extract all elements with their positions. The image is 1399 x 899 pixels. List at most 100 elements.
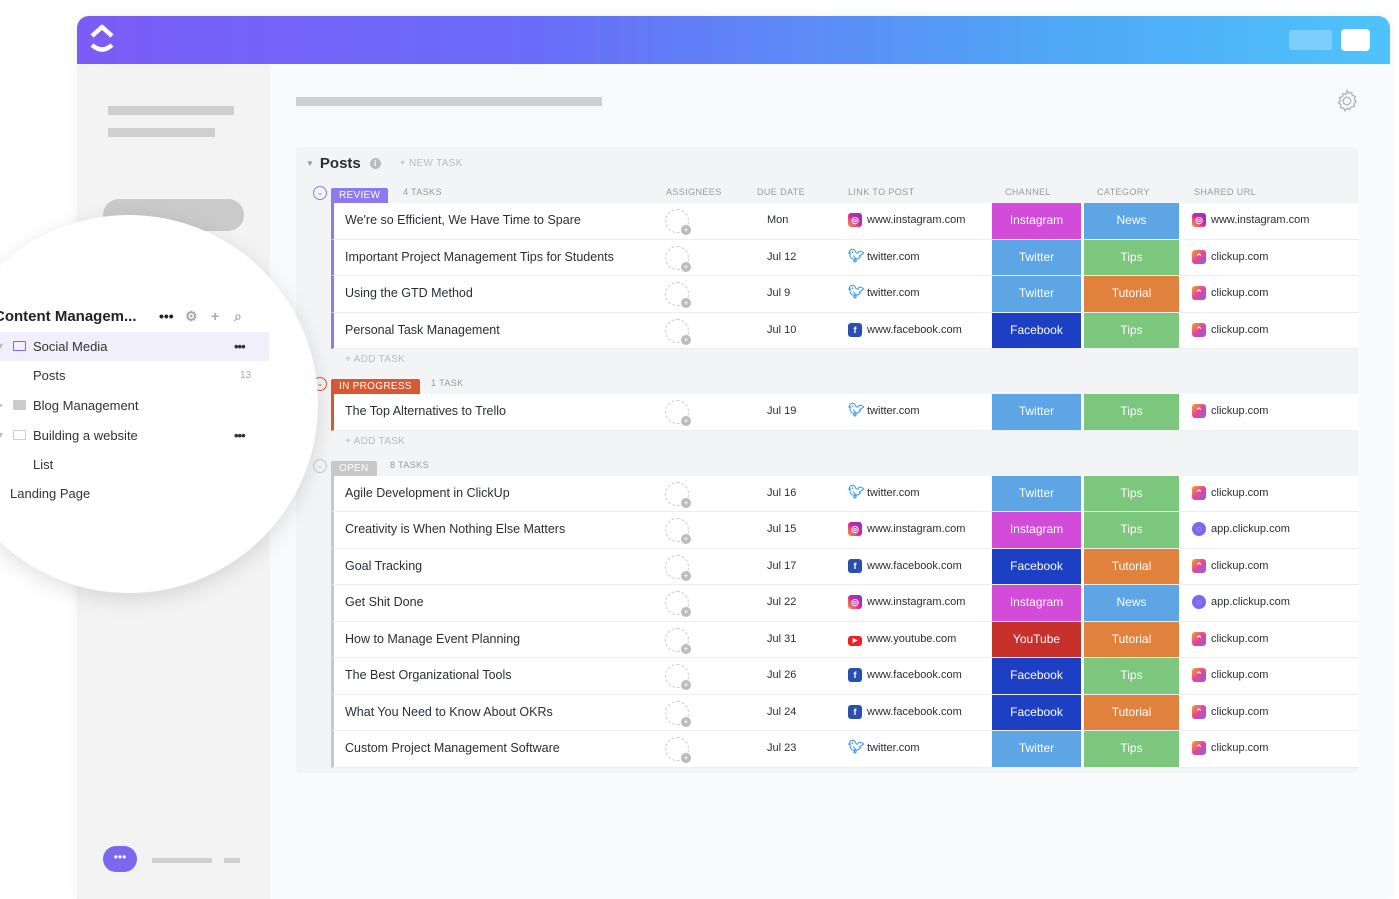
category-tag[interactable]: Tutorial xyxy=(1084,276,1179,312)
channel-tag[interactable]: Facebook xyxy=(992,548,1081,584)
more-options-icon[interactable]: ••• xyxy=(159,308,174,324)
link-text[interactable]: www.facebook.com xyxy=(867,695,962,731)
add-task-button[interactable]: + ADD TASK xyxy=(345,349,1358,371)
task-row[interactable]: Personal Task Management Jul 10 fwww.fac… xyxy=(331,312,1358,349)
shared-url[interactable]: ⌃ clickup.com xyxy=(1192,695,1268,731)
url-text[interactable]: clickup.com xyxy=(1211,240,1268,276)
new-task-button[interactable]: + NEW TASK xyxy=(400,158,463,169)
channel-tag[interactable]: Twitter xyxy=(992,239,1081,275)
column-header-assignees[interactable]: ASSIGNEES xyxy=(666,187,722,197)
column-header-due[interactable]: DUE DATE xyxy=(757,187,805,197)
column-header-shared[interactable]: SHARED URL xyxy=(1194,187,1256,197)
task-row[interactable]: The Top Alternatives to Trello Jul 19 🐦︎… xyxy=(331,394,1358,431)
channel-tag[interactable]: YouTube xyxy=(992,621,1081,657)
sidebar-item-blog-management[interactable]: ▸ Blog Management xyxy=(0,391,269,420)
task-name[interactable]: Agile Development in ClickUp xyxy=(345,476,510,512)
due-date[interactable]: Jul 24 xyxy=(767,695,796,731)
due-date[interactable]: Jul 10 xyxy=(767,313,796,349)
due-date[interactable]: Jul 16 xyxy=(767,476,796,512)
clickup-logo-icon[interactable] xyxy=(87,24,117,56)
gear-icon[interactable]: ⚙ xyxy=(185,308,198,325)
due-date[interactable]: Jul 12 xyxy=(767,240,796,276)
due-date[interactable]: Jul 17 xyxy=(767,549,796,585)
shared-url[interactable]: ⌃ clickup.com xyxy=(1192,394,1268,430)
workspace-name[interactable]: Content Managem... xyxy=(0,308,137,325)
info-icon[interactable]: i xyxy=(369,158,381,169)
link-text[interactable]: www.youtube.com xyxy=(867,622,956,658)
add-assignee-icon[interactable] xyxy=(665,518,691,544)
category-tag[interactable]: Tips xyxy=(1084,512,1179,548)
link-text[interactable]: www.instagram.com xyxy=(867,512,965,548)
plus-icon[interactable]: + xyxy=(211,308,219,324)
due-date[interactable]: Jul 31 xyxy=(767,622,796,658)
collapse-caret-icon[interactable]: ▼ xyxy=(306,159,314,168)
shared-url[interactable]: ◌ app.clickup.com xyxy=(1192,512,1290,548)
url-text[interactable]: clickup.com xyxy=(1211,549,1268,585)
task-name[interactable]: Personal Task Management xyxy=(345,313,500,349)
task-row[interactable]: Creativity is When Nothing Else Matters … xyxy=(331,512,1358,549)
sidebar-item-social-media[interactable]: ▾ Social Media ••• xyxy=(0,332,269,361)
search-icon[interactable]: ⌕ xyxy=(234,308,242,325)
task-name[interactable]: The Best Organizational Tools xyxy=(345,658,512,694)
due-date[interactable]: Jul 26 xyxy=(767,658,796,694)
category-tag[interactable]: Tutorial xyxy=(1084,694,1179,730)
add-assignee-icon[interactable] xyxy=(665,209,691,235)
task-row[interactable]: We're so Efficient, We Have Time to Spar… xyxy=(331,203,1358,240)
add-task-button[interactable]: + ADD TASK xyxy=(345,431,1358,453)
url-text[interactable]: clickup.com xyxy=(1211,313,1268,349)
url-text[interactable]: clickup.com xyxy=(1211,276,1268,312)
link-to-post[interactable]: 🐦︎ twitter.com xyxy=(848,731,920,767)
status-badge[interactable]: IN PROGRESS xyxy=(331,379,420,394)
status-badge[interactable]: REVIEW xyxy=(331,188,389,203)
link-text[interactable]: www.instagram.com xyxy=(867,585,965,621)
channel-tag[interactable]: Facebook xyxy=(992,694,1081,730)
shared-url[interactable]: ⌃ clickup.com xyxy=(1192,313,1268,349)
shared-url[interactable]: ⌃ clickup.com xyxy=(1192,549,1268,585)
collapse-group-icon[interactable]: ⌄ xyxy=(313,458,327,473)
add-assignee-icon[interactable] xyxy=(665,664,691,690)
more-options-icon[interactable]: ••• xyxy=(234,421,246,450)
sidebar-item-list[interactable]: List xyxy=(0,450,269,479)
task-row[interactable]: Using the GTD Method Jul 9 🐦︎twitter.com… xyxy=(331,276,1358,313)
status-badge[interactable]: OPEN xyxy=(331,460,377,476)
channel-tag[interactable]: Instagram xyxy=(992,512,1081,548)
task-name[interactable]: Important Project Management Tips for St… xyxy=(345,240,614,276)
link-text[interactable]: twitter.com xyxy=(867,240,920,276)
task-name[interactable]: Custom Project Management Software xyxy=(345,731,560,767)
chat-icon[interactable]: ••• xyxy=(103,846,137,872)
url-text[interactable]: www.instagram.com xyxy=(1211,203,1309,239)
task-name[interactable]: What You Need to Know About OKRs xyxy=(345,695,553,731)
caret-icon[interactable]: ▸ xyxy=(0,391,3,420)
link-to-post[interactable]: ◎ www.instagram.com xyxy=(848,585,965,621)
settings-gear-icon[interactable] xyxy=(1334,88,1360,114)
task-name[interactable]: How to Manage Event Planning xyxy=(345,622,520,658)
task-row[interactable]: Custom Project Management Software Jul 2… xyxy=(331,731,1358,768)
category-tag[interactable]: Tips xyxy=(1084,312,1179,348)
category-tag[interactable]: News xyxy=(1084,203,1179,239)
column-header-category[interactable]: CATEGORY xyxy=(1097,187,1150,197)
channel-tag[interactable]: Instagram xyxy=(992,203,1081,239)
link-to-post[interactable]: 🐦︎ twitter.com xyxy=(848,476,920,512)
shared-url[interactable]: ⌃ clickup.com xyxy=(1192,658,1268,694)
category-tag[interactable]: Tips xyxy=(1084,658,1179,694)
add-assignee-icon[interactable] xyxy=(665,627,691,654)
link-to-post[interactable]: f www.facebook.com xyxy=(848,658,962,694)
collapse-group-icon[interactable]: ⌄ xyxy=(313,186,327,200)
category-tag[interactable]: Tutorial xyxy=(1084,621,1179,657)
task-name[interactable]: We're so Efficient, We Have Time to Spar… xyxy=(345,203,581,239)
add-assignee-icon[interactable] xyxy=(665,737,691,763)
channel-tag[interactable]: Twitter xyxy=(992,394,1081,430)
add-assignee-icon[interactable] xyxy=(665,282,691,308)
shared-url[interactable]: ⌃ clickup.com xyxy=(1192,276,1268,312)
link-text[interactable]: www.facebook.com xyxy=(867,549,962,585)
task-row[interactable]: The Best Organizational Tools Jul 26 fww… xyxy=(331,658,1358,695)
column-header-link[interactable]: LINK TO POST xyxy=(848,187,915,197)
add-assignee-icon[interactable] xyxy=(665,591,691,617)
add-assignee-icon[interactable] xyxy=(665,400,691,426)
channel-tag[interactable]: Facebook xyxy=(992,658,1081,694)
due-date[interactable]: Jul 22 xyxy=(767,585,796,621)
task-name[interactable]: The Top Alternatives to Trello xyxy=(345,394,506,430)
add-assignee-icon[interactable] xyxy=(665,245,691,272)
link-text[interactable]: www.facebook.com xyxy=(867,658,962,694)
category-tag[interactable]: Tips xyxy=(1084,394,1179,430)
